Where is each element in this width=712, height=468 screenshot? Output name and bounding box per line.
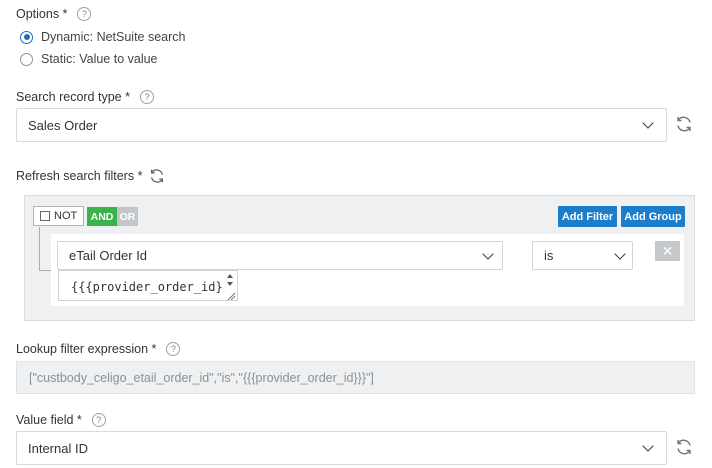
refresh-search-filters-label: Refresh search filters * — [16, 167, 166, 185]
help-icon[interactable]: ? — [139, 90, 154, 104]
radio-dynamic-label: Dynamic: NetSuite search — [41, 30, 186, 44]
radio-static-button[interactable] — [20, 52, 33, 66]
operator-value: is — [544, 248, 554, 263]
not-toggle[interactable]: NOT — [33, 206, 84, 226]
search-record-type-value: Sales Order — [28, 117, 98, 133]
help-icon[interactable]: ? — [91, 413, 106, 427]
close-icon: ✕ — [661, 242, 674, 259]
filter-value-textarea[interactable]: {{{provider_order_id}}} — [58, 270, 238, 301]
lookup-filter-label: Lookup filter expression * ? — [16, 342, 181, 356]
radio-static[interactable]: Static: Value to value — [20, 52, 158, 66]
radio-static-label: Static: Value to value — [41, 52, 158, 66]
chevron-down-icon — [482, 247, 494, 260]
value-field-select[interactable]: Internal ID — [16, 431, 667, 465]
help-icon[interactable]: ? — [77, 7, 92, 21]
rule-connector — [39, 227, 51, 271]
not-checkbox[interactable] — [40, 211, 50, 221]
or-button[interactable]: OR — [117, 207, 138, 226]
search-record-type-label: Search record type * ? — [16, 90, 154, 104]
help-icon[interactable]: ? — [166, 342, 181, 356]
lookup-filter-expression-field: ["custbody_celigo_etail_order_id","is","… — [16, 361, 695, 394]
filter-field-select[interactable]: eTail Order Id — [57, 241, 503, 270]
lookup-filter-label-text: Lookup filter expression * — [16, 342, 157, 356]
filter-field-value: eTail Order Id — [69, 248, 148, 263]
search-record-type-label-text: Search record type * — [16, 90, 130, 104]
not-label: NOT — [54, 210, 78, 222]
chevron-down-icon — [642, 440, 654, 452]
refresh-search-filters-label-text: Refresh search filters * — [16, 169, 143, 183]
radio-dynamic[interactable]: Dynamic: NetSuite search — [20, 30, 186, 44]
delete-rule-button[interactable]: ✕ — [655, 241, 680, 261]
refresh-record-type-icon[interactable] — [674, 114, 694, 134]
value-field-value: Internal ID — [28, 440, 88, 456]
lookup-filter-expression-value: ["custbody_celigo_etail_order_id","is","… — [29, 370, 374, 385]
radio-dynamic-button[interactable] — [20, 30, 33, 44]
refresh-filters-icon[interactable] — [148, 167, 166, 185]
add-filter-button[interactable]: Add Filter — [558, 206, 617, 227]
and-button[interactable]: AND — [87, 207, 117, 226]
chevron-down-icon — [614, 247, 626, 260]
value-field-label: Value field * ? — [16, 413, 106, 427]
search-record-type-select[interactable]: Sales Order — [16, 108, 667, 142]
value-field-label-text: Value field * — [16, 413, 82, 427]
add-group-button[interactable]: Add Group — [621, 206, 685, 227]
options-label-text: Options * — [16, 7, 68, 21]
refresh-value-field-icon[interactable] — [674, 437, 694, 457]
filter-value-text: {{{provider_order_id}}} — [71, 280, 238, 294]
options-label: Options * ? — [16, 7, 92, 21]
operator-select[interactable]: is — [532, 241, 633, 270]
textarea-scrollbar[interactable] — [223, 271, 237, 300]
chevron-down-icon — [642, 117, 654, 129]
